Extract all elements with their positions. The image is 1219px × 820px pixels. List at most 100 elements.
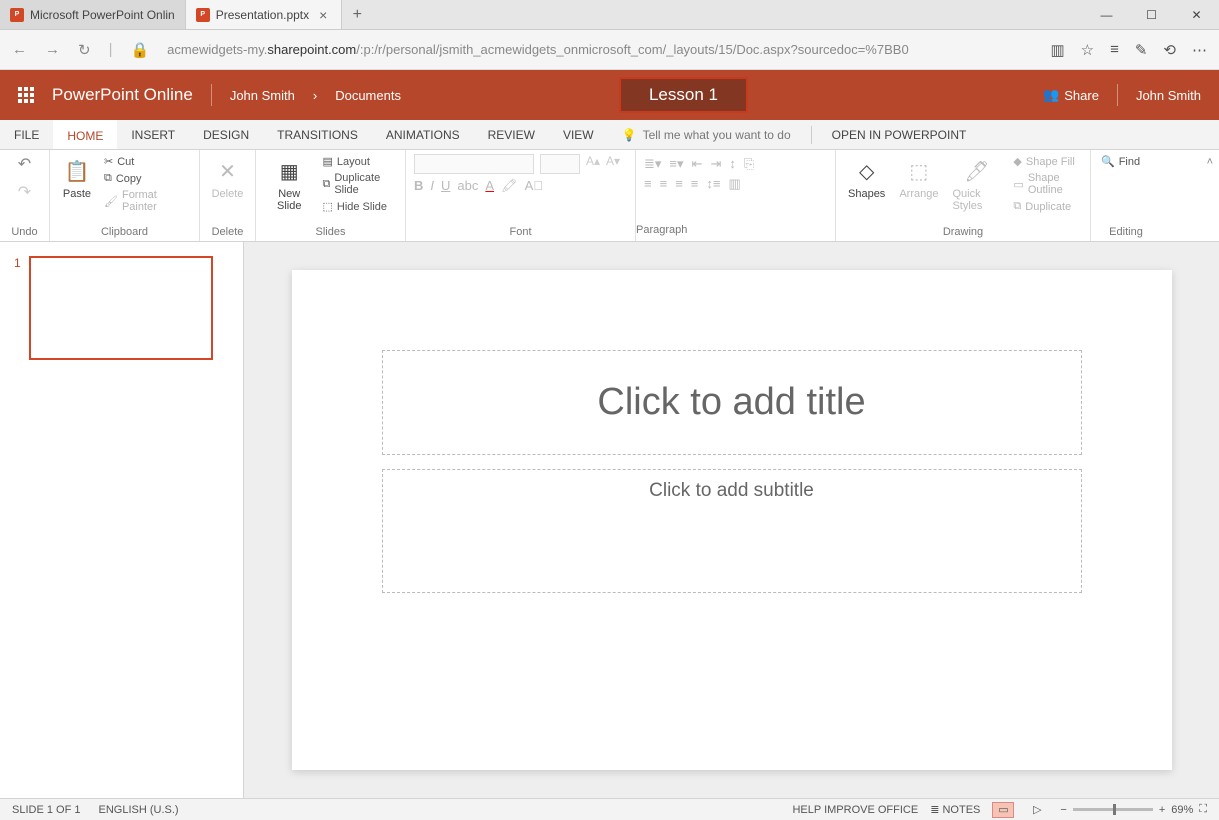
fill-icon: ◆ [1013, 155, 1021, 168]
app-launcher-icon[interactable] [18, 87, 34, 103]
share-button[interactable]: 👥 Share [1043, 87, 1099, 103]
title-placeholder[interactable]: Click to add title [382, 350, 1082, 455]
reading-icon[interactable]: ▥ [1050, 41, 1064, 59]
tab-view[interactable]: VIEW [549, 120, 608, 149]
paste-button[interactable]: 📋 Paste [58, 154, 96, 202]
dec-indent-button[interactable]: ⇤ [692, 156, 703, 172]
tab-design[interactable]: DESIGN [189, 120, 263, 149]
group-label: Paragraph [636, 222, 835, 238]
help-improve-link[interactable]: HELP IMPROVE OFFICE [792, 804, 918, 816]
font-color-button[interactable]: A [485, 178, 494, 194]
find-button[interactable]: 🔍Find [1099, 154, 1153, 169]
slide-thumbnails-panel[interactable]: 1 [0, 242, 244, 798]
bold-button[interactable]: B [414, 178, 423, 194]
numbering-button[interactable]: ≡▾ [669, 156, 683, 172]
align-left-button[interactable]: ≡ [644, 176, 652, 192]
language-indicator[interactable]: ENGLISH (U.S.) [98, 804, 178, 816]
hub-icon[interactable]: ≡ [1110, 41, 1119, 59]
notes-icon[interactable]: ✎ [1135, 41, 1148, 59]
close-icon[interactable]: × [315, 7, 331, 23]
fit-to-window-button[interactable]: ⛶ [1199, 803, 1207, 816]
new-tab-button[interactable]: + [342, 0, 372, 29]
font-size-select[interactable] [540, 154, 580, 174]
clear-format-button[interactable]: A⃠ [525, 178, 543, 194]
zoom-out-button[interactable]: − [1060, 804, 1066, 816]
shape-outline-button[interactable]: ▭Shape Outline [1011, 171, 1082, 197]
bullets-button[interactable]: ≣▾ [644, 156, 661, 172]
cut-button[interactable]: ✂Cut [102, 154, 191, 169]
search-icon: 🔍 [1101, 155, 1115, 168]
underline-button[interactable]: U [441, 178, 450, 194]
url-field[interactable]: acmewidgets-my.sharepoint.com/:p:/r/pers… [167, 42, 1032, 57]
quick-styles-button[interactable]: 🖊Quick Styles [948, 154, 1005, 214]
shape-fill-button[interactable]: ◆Shape Fill [1011, 154, 1082, 169]
tab-transitions[interactable]: TRANSITIONS [263, 120, 372, 149]
inc-indent-button[interactable]: ⇥ [710, 156, 721, 172]
tab-insert[interactable]: INSERT [117, 120, 189, 149]
arrange-button[interactable]: ⬚Arrange [895, 154, 942, 202]
shrink-font-icon[interactable]: A▾ [606, 154, 620, 168]
duplicate-slide-button[interactable]: ⧉Duplicate Slide [320, 171, 397, 197]
group-delete: ✕ Delete Delete [200, 150, 256, 241]
zoom-control[interactable]: − + 69% ⛶ [1060, 803, 1207, 816]
shapes-button[interactable]: ◇Shapes [844, 154, 889, 202]
justify-button[interactable]: ≡ [691, 176, 699, 192]
browser-tab[interactable]: P Microsoft PowerPoint Onlin [0, 0, 186, 29]
group-font: A▴ A▾ B I U abc A 🖍 A⃠ Font [406, 150, 636, 241]
normal-view-button[interactable]: ▭ [992, 802, 1014, 818]
breadcrumb-folder[interactable]: Documents [335, 88, 401, 103]
columns-button[interactable]: ▥ [728, 176, 740, 192]
align-text-button[interactable]: ⎘ [744, 156, 754, 172]
grow-font-icon[interactable]: A▴ [586, 154, 600, 168]
strike-button[interactable]: abc [457, 178, 478, 194]
subtitle-placeholder[interactable]: Click to add subtitle [382, 469, 1082, 593]
undo-button[interactable]: ↶ [18, 154, 31, 174]
refresh-icon[interactable]: ↻ [78, 41, 91, 59]
redo-button[interactable]: ↷ [18, 182, 31, 202]
font-family-select[interactable] [414, 154, 534, 174]
align-center-button[interactable]: ≡ [660, 176, 668, 192]
favorite-icon[interactable]: ☆ [1081, 41, 1094, 59]
slideshow-view-button[interactable]: ▷ [1026, 802, 1048, 818]
tab-animations[interactable]: ANIMATIONS [372, 120, 474, 149]
open-in-powerpoint[interactable]: OPEN IN POWERPOINT [818, 120, 981, 149]
tab-review[interactable]: REVIEW [474, 120, 549, 149]
back-icon[interactable]: ← [12, 41, 27, 58]
tab-home[interactable]: HOME [53, 120, 117, 149]
share-icon[interactable]: ⟲ [1163, 41, 1176, 59]
browser-tab-active[interactable]: P Presentation.pptx × [186, 0, 343, 29]
signed-in-user[interactable]: John Smith [1136, 88, 1201, 103]
align-right-button[interactable]: ≡ [675, 176, 683, 192]
format-painter-button[interactable]: 🖌Format Painter [102, 188, 191, 214]
notes-toggle[interactable]: ≣ NOTES [930, 803, 980, 816]
forward-icon[interactable]: → [45, 41, 60, 58]
tab-file[interactable]: FILE [0, 120, 53, 149]
text-direction-button[interactable]: ↕ [729, 156, 736, 172]
zoom-in-button[interactable]: + [1159, 804, 1165, 816]
collapse-ribbon-icon[interactable]: ˄ [1207, 156, 1213, 168]
slide[interactable]: Click to add title Click to add subtitle [292, 270, 1172, 770]
document-title-input[interactable]: Lesson 1 [619, 77, 748, 113]
tell-me-search[interactable]: 💡 Tell me what you want to do [608, 120, 805, 149]
more-icon[interactable]: ⋯ [1192, 41, 1207, 59]
zoom-percent[interactable]: 69% [1171, 804, 1193, 816]
hide-slide-button[interactable]: ⬚Hide Slide [320, 199, 397, 214]
delete-button[interactable]: ✕ Delete [208, 154, 247, 202]
copy-button[interactable]: ⧉Copy [102, 171, 191, 186]
breadcrumb-user[interactable]: John Smith [230, 88, 295, 103]
slide-indicator[interactable]: SLIDE 1 OF 1 [12, 804, 80, 816]
maximize-button[interactable]: ☐ [1129, 0, 1174, 29]
app-brand-bar: PowerPoint Online John Smith › Documents… [0, 70, 1219, 120]
close-button[interactable]: ✕ [1174, 0, 1219, 29]
slide-thumbnail[interactable] [29, 256, 213, 360]
line-spacing-button[interactable]: ↕≡ [706, 176, 720, 192]
new-slide-button[interactable]: ▦ New Slide [264, 154, 314, 214]
thumbnail-item[interactable]: 1 [14, 256, 229, 360]
duplicate-shape-button[interactable]: ⧉Duplicate [1011, 199, 1082, 214]
highlight-button[interactable]: 🖍 [501, 178, 518, 194]
zoom-slider[interactable] [1073, 808, 1153, 811]
italic-button[interactable]: I [430, 178, 434, 194]
minimize-button[interactable]: — [1084, 0, 1129, 29]
divider: | [109, 41, 113, 58]
layout-button[interactable]: ▤Layout [320, 154, 397, 169]
